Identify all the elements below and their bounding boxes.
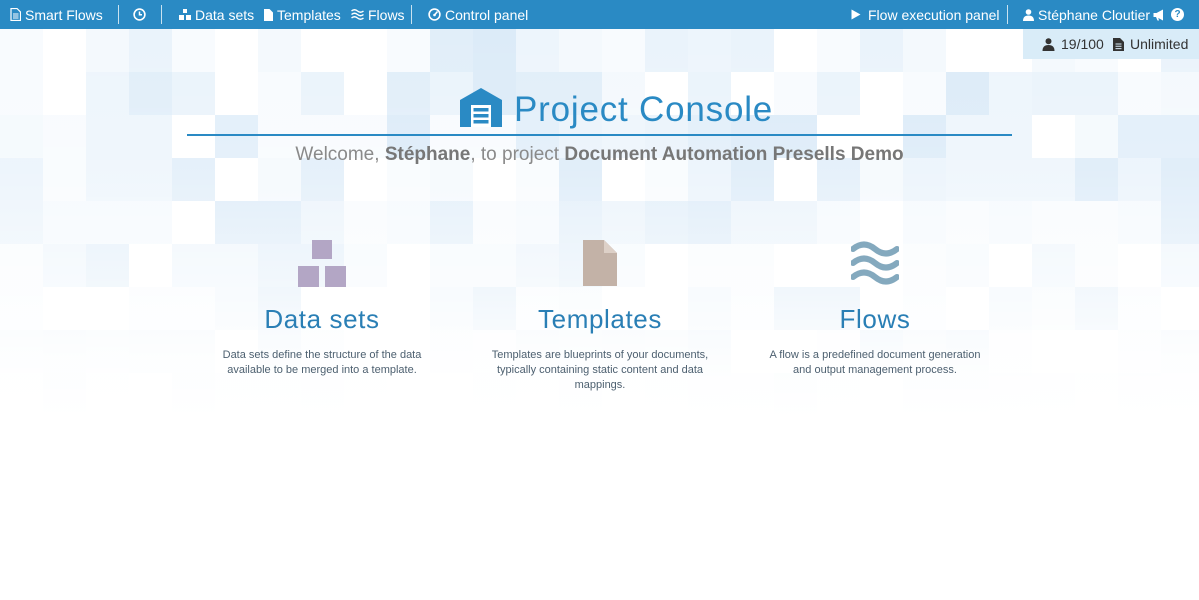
page-title: Project Console [514, 90, 774, 129]
nav-datasets-label: Data sets [195, 6, 255, 23]
sitemap-icon [192, 240, 452, 296]
topbar-divider [411, 5, 412, 24]
app-home-link[interactable]: Smart Flows [10, 0, 103, 29]
file-icon [470, 240, 730, 296]
app-title: Smart Flows [25, 6, 103, 23]
play-icon [851, 9, 861, 20]
user-quota: 19/100 [1042, 29, 1104, 59]
document-icon [1113, 37, 1124, 51]
waves-icon [351, 9, 364, 20]
flows-card-title: Flows [839, 304, 911, 334]
question-icon: ? [1171, 8, 1184, 21]
topbar-divider [118, 5, 119, 24]
datasets-card-title: Data sets [264, 304, 380, 334]
nav-flows-label: Flows [368, 6, 405, 23]
help-button[interactable]: ? [1171, 0, 1184, 29]
megaphone-icon [1153, 9, 1163, 20]
document-quota: Unlimited [1113, 29, 1188, 59]
nav-templates[interactable]: Templates [264, 0, 341, 29]
history-button[interactable] [133, 0, 146, 29]
user-name: Stéphane Cloutier [1038, 6, 1151, 23]
flows-card-description: A flow is a predefined document generati… [769, 349, 981, 376]
document-quota-value: Unlimited [1130, 36, 1189, 52]
templates-card[interactable]: Templates Templates are blueprints of yo… [470, 240, 730, 393]
user-icon [1023, 8, 1034, 21]
datasets-card[interactable]: Data sets Data sets define the structure… [192, 240, 452, 378]
nav-flows[interactable]: Flows [351, 0, 405, 29]
top-navigation-bar: Smart Flows Data sets Templates Flows Co… [0, 0, 1199, 29]
user-menu[interactable]: Stéphane Cloutier [1023, 0, 1150, 29]
gauge-icon [428, 8, 441, 21]
flow-execution-panel-label: Flow execution panel [868, 6, 1000, 23]
welcome-user: Stéphane [384, 144, 471, 165]
nav-datasets[interactable]: Data sets [179, 0, 254, 29]
document-icon [10, 8, 21, 21]
title-divider [187, 134, 1012, 136]
warehouse-icon [460, 88, 502, 132]
nav-control-panel-label: Control panel [445, 6, 529, 23]
notifications-button[interactable] [1153, 0, 1166, 29]
welcome-prefix: Welcome, [295, 144, 380, 165]
nav-control-panel[interactable]: Control panel [428, 0, 528, 29]
datasets-card-description: Data sets define the structure of the da… [222, 349, 422, 376]
templates-card-title: Templates [538, 304, 662, 334]
flow-execution-panel-button[interactable]: Flow execution panel [851, 0, 1000, 29]
quota-strip: 19/100 Unlimited [1023, 29, 1199, 59]
user-icon [1042, 37, 1055, 51]
user-quota-value: 19/100 [1061, 36, 1104, 52]
templates-card-description: Templates are blueprints of your documen… [491, 349, 709, 391]
nav-templates-label: Templates [277, 6, 341, 23]
topbar-divider [161, 5, 162, 24]
file-icon [264, 8, 273, 21]
project-name: Document Automation Presells Demo [564, 144, 904, 165]
waves-icon [745, 240, 1005, 296]
clock-icon [133, 8, 146, 21]
topbar-divider [1007, 5, 1008, 24]
welcome-mid: , to project [470, 144, 560, 165]
sitemap-icon [179, 9, 191, 20]
flows-card[interactable]: Flows A flow is a predefined document ge… [745, 240, 1005, 378]
welcome-message: Welcome, Stéphane, to project Document A… [0, 144, 1199, 166]
